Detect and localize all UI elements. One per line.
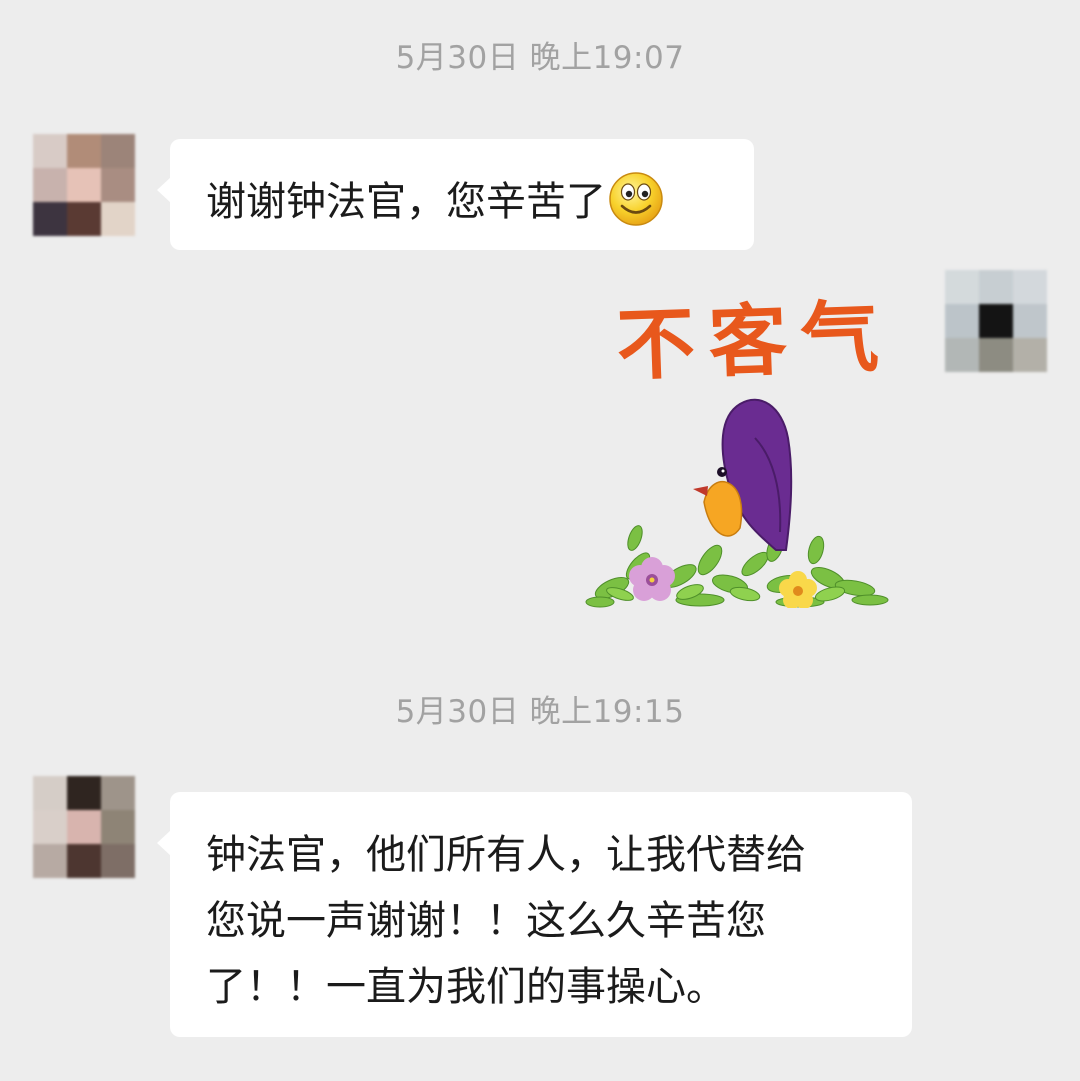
message-bubble[interactable]: 钟法官，他们所有人，让我代替给 您说一声谢谢！！这么久辛苦您 了！！一直为我们的… <box>157 792 912 1037</box>
parrot-on-flowers-sticker-icon: 不客气 <box>585 292 894 609</box>
parrot-icon <box>693 398 793 551</box>
timestamp: 5月30日 晚上19:15 <box>395 694 685 730</box>
self-avatar[interactable] <box>945 270 1047 372</box>
contact-avatar[interactable] <box>33 134 135 236</box>
message-bubble[interactable]: 谢谢钟法官，您辛苦了 <box>157 139 754 250</box>
timestamp: 5月30日 晚上19:07 <box>395 40 685 76</box>
message-text: 谢谢钟法官，您辛苦了 <box>206 179 606 225</box>
message-text: 钟法官，他们所有人，让我代替给 您说一声谢谢！！这么久辛苦您 了！！一直为我们的… <box>206 832 806 1010</box>
sticker-text: 不客气 <box>615 292 894 392</box>
smile-emoji-icon <box>608 171 664 239</box>
contact-avatar[interactable] <box>33 776 135 878</box>
sticker-message[interactable]: 不客气 <box>580 288 900 609</box>
